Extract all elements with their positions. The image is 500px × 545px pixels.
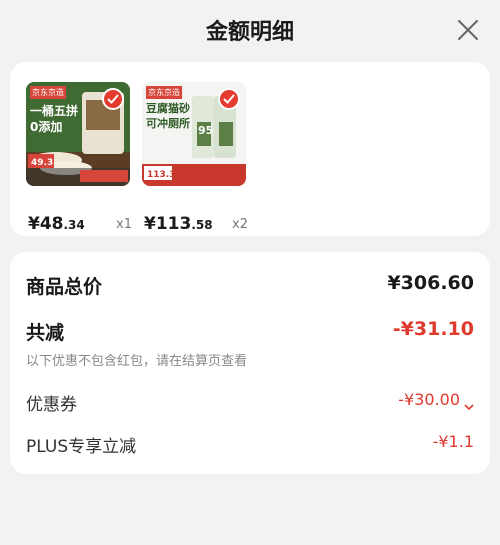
store-badge: 京东京造	[146, 86, 182, 99]
svg-text:113.3: 113.3	[147, 170, 175, 180]
plus-label: PLUS专享立减	[26, 437, 137, 457]
page-title: 金额明细	[205, 20, 294, 45]
promo-line-2: 可冲厕所	[146, 117, 190, 130]
promo-line-1: 一桶五拼	[30, 104, 79, 118]
product-image: 49.3 京东京造 一桶五拼 0添加	[26, 82, 130, 186]
price-int: ¥113	[144, 214, 192, 234]
selected-check-icon[interactable]	[102, 88, 124, 110]
total-row: 商品总价 ¥306.60	[26, 272, 474, 299]
product-item[interactable]: 113.3 京东京造 豆腐猫砂 可冲厕所 95 ¥113.58 x2	[142, 82, 248, 234]
total-value: ¥306.60	[387, 272, 474, 294]
plus-value: -¥1.1	[432, 432, 474, 451]
price-dec: .34	[63, 218, 85, 232]
close-icon[interactable]	[456, 18, 480, 42]
product-badge: 95	[198, 124, 214, 137]
price-int: ¥48	[28, 214, 64, 234]
product-item[interactable]: 49.3 京东京造 一桶五拼 0添加 ¥48.34 x1	[26, 82, 132, 234]
discount-note: 以下优惠不包含红包，请在结算页查看	[26, 354, 248, 369]
discount-note-row: 以下优惠不包含红包，请在结算页查看	[26, 350, 474, 369]
price-dec: .58	[191, 218, 213, 232]
svg-text:49.3: 49.3	[31, 158, 53, 168]
product-price: ¥48.34	[28, 214, 85, 234]
reduce-row: 共减 -¥31.10	[26, 318, 474, 345]
coupon-value: -¥30.00	[398, 390, 460, 409]
header: 金额明细	[0, 0, 500, 60]
chevron-down-icon[interactable]	[464, 396, 474, 415]
product-qty: x2	[232, 217, 248, 232]
product-qty: x1	[116, 217, 132, 232]
store-badge: 京东京造	[30, 86, 66, 99]
product-card: 49.3 京东京造 一桶五拼 0添加 ¥48.34 x1 113.3 京东京造 …	[10, 62, 490, 236]
plus-row: PLUS专享立减 -¥1.1	[26, 432, 474, 457]
reduce-value: -¥31.10	[392, 318, 474, 340]
product-price: ¥113.58	[144, 214, 213, 234]
summary-card: 商品总价 ¥306.60 共减 -¥31.10 以下优惠不包含红包，请在结算页查…	[10, 252, 490, 474]
promo-line-1: 豆腐猫砂	[146, 102, 190, 115]
promo-line-2: 0添加	[30, 120, 63, 134]
selected-check-icon[interactable]	[218, 88, 240, 110]
coupon-row[interactable]: 优惠券 -¥30.00	[26, 390, 474, 415]
product-image: 113.3 京东京造 豆腐猫砂 可冲厕所 95	[142, 82, 246, 186]
